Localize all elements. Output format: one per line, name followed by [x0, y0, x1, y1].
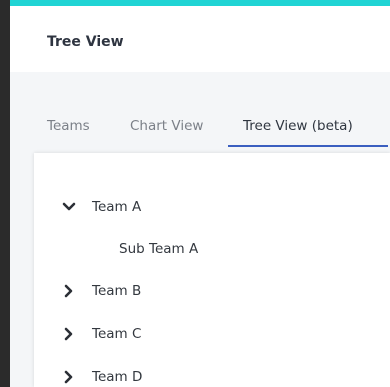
tree-node-label: Team B	[92, 283, 142, 299]
chevron-right-icon[interactable]	[62, 327, 76, 341]
tree-panel: Team A Sub Team A Team B Team C Team D	[34, 153, 390, 387]
chevron-down-icon[interactable]	[62, 200, 76, 214]
chevron-right-icon[interactable]	[62, 370, 76, 384]
tree-node-sub-team-a[interactable]: Sub Team A	[34, 237, 390, 263]
app-screen: Tree View Teams Chart View Tree View (be…	[0, 0, 390, 387]
tree-node-team-b[interactable]: Team B	[34, 279, 390, 305]
active-tab-indicator	[228, 145, 388, 147]
tree-node-label: Team A	[92, 199, 142, 215]
tab-chart-view[interactable]: Chart View	[130, 118, 203, 134]
tab-bar: Teams Chart View Tree View (beta)	[10, 72, 390, 148]
tree-node-label: Team D	[92, 369, 143, 385]
tree-node-team-d[interactable]: Team D	[34, 365, 390, 387]
page-header: Tree View	[10, 6, 390, 72]
tree-node-label: Sub Team A	[119, 241, 199, 257]
tab-teams[interactable]: Teams	[47, 118, 90, 134]
page-title: Tree View	[47, 34, 124, 50]
chevron-right-icon[interactable]	[62, 284, 76, 298]
tree-node-label: Team C	[92, 326, 142, 342]
left-rail	[0, 0, 10, 387]
tree-node-team-c[interactable]: Team C	[34, 322, 390, 348]
tab-tree-view-beta[interactable]: Tree View (beta)	[243, 118, 353, 134]
tree-node-team-a[interactable]: Team A	[34, 195, 390, 221]
